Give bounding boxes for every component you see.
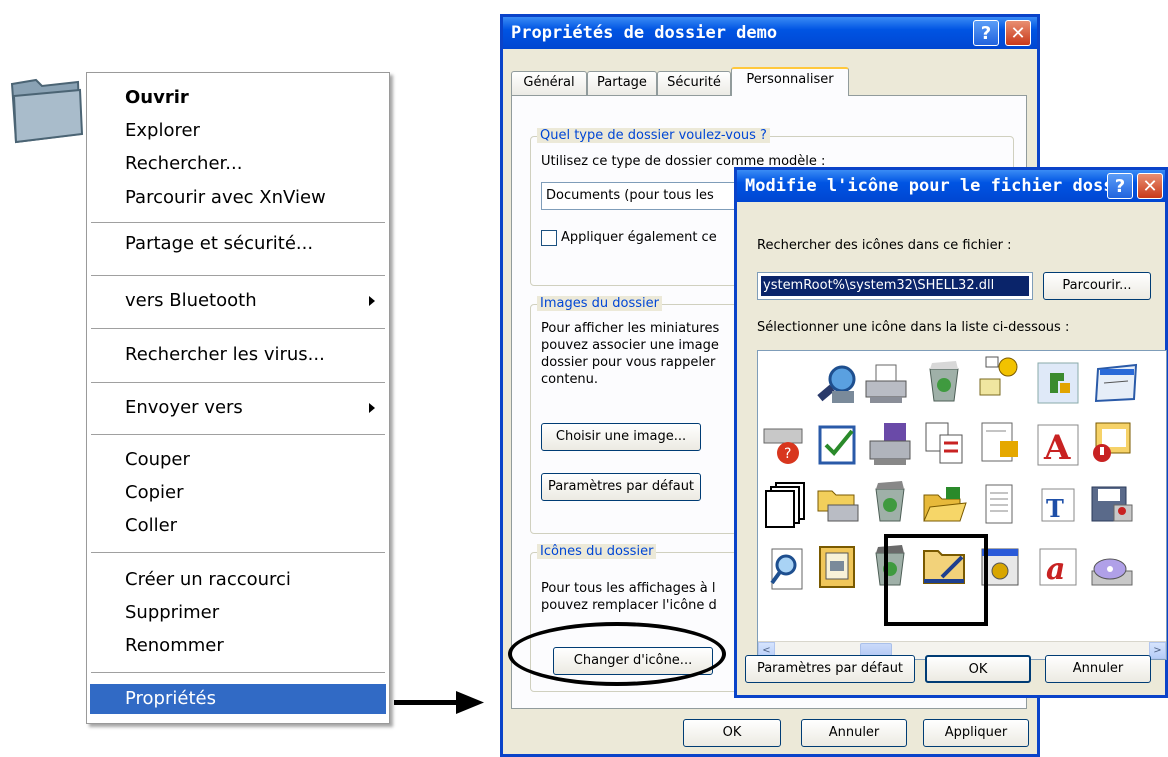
svg-text:A: A bbox=[1043, 428, 1071, 468]
folder-icon[interactable] bbox=[8, 74, 88, 146]
picture-frame-icon[interactable] bbox=[814, 543, 862, 591]
window-icon[interactable] bbox=[1092, 359, 1140, 407]
menu-item-label: Envoyer vers bbox=[125, 397, 243, 418]
cd-icon[interactable] bbox=[1088, 545, 1136, 593]
search-magnifier-icon[interactable] bbox=[812, 361, 860, 409]
browse-button[interactable]: Parcourir... bbox=[1043, 272, 1151, 300]
menu-item-send-to[interactable]: Envoyer vers bbox=[87, 393, 389, 423]
group-title: Quel type de dossier voulez-vous ? bbox=[537, 128, 770, 143]
menu-separator bbox=[91, 434, 385, 435]
help-button[interactable]: ? bbox=[973, 20, 999, 46]
ok-button[interactable]: OK bbox=[925, 655, 1031, 683]
menu-item-explore[interactable]: Explorer bbox=[87, 116, 389, 146]
dialog-title: Modifie l'icône pour le fichier dossi... bbox=[737, 170, 1165, 202]
checklist-icon[interactable] bbox=[814, 421, 862, 469]
font-t-icon[interactable]: T bbox=[1034, 481, 1082, 529]
highlight-ellipse bbox=[508, 622, 726, 686]
fax-icon[interactable] bbox=[866, 421, 914, 469]
menu-item-properties[interactable]: Propriétés bbox=[90, 684, 386, 714]
pages-stack-icon[interactable] bbox=[762, 481, 810, 529]
tab-general[interactable]: Général bbox=[511, 71, 587, 95]
find-document-icon[interactable] bbox=[762, 545, 810, 593]
recycle-bin-icon[interactable] bbox=[866, 477, 914, 525]
menu-item-sharing[interactable]: Partage et sécurité... bbox=[87, 229, 389, 259]
menu-item-virus-scan[interactable]: Rechercher les virus... bbox=[87, 340, 389, 370]
dialog-title: Propriétés de dossier demo bbox=[503, 17, 1037, 49]
menu-separator bbox=[91, 222, 385, 223]
arrow-right-icon bbox=[394, 691, 484, 714]
cancel-button[interactable]: Annuler bbox=[1045, 655, 1151, 683]
menu-item-delete[interactable]: Supprimer bbox=[87, 598, 389, 628]
apply-subfolders-label: Appliquer également ce bbox=[561, 230, 717, 245]
scroll-right-button[interactable]: > bbox=[1149, 642, 1166, 659]
close-button[interactable]: ✕ bbox=[1137, 173, 1163, 199]
help-button[interactable]: ? bbox=[1107, 173, 1133, 199]
menu-separator bbox=[91, 382, 385, 383]
images-desc: Pour afficher les miniatures bbox=[541, 321, 720, 336]
file-path-value: ystemRoot%\system32\SHELL32.dll bbox=[761, 276, 1029, 296]
printer-icon[interactable] bbox=[862, 361, 910, 409]
font-a-icon[interactable]: A bbox=[1034, 421, 1082, 469]
submenu-arrow-icon bbox=[369, 403, 375, 413]
highlight-rectangle bbox=[884, 534, 988, 626]
menu-item-search[interactable]: Rechercher... bbox=[87, 149, 389, 179]
images-desc: pouvez associer une image bbox=[541, 338, 719, 353]
images-desc: dossier pour vous rappeler bbox=[541, 355, 716, 370]
help-drive-icon[interactable]: ? bbox=[762, 421, 810, 469]
cancel-button[interactable]: Annuler bbox=[801, 719, 907, 747]
submenu-arrow-icon bbox=[369, 296, 375, 306]
tab-security[interactable]: Sécurité bbox=[657, 71, 731, 95]
menu-item-xnview[interactable]: Parcourir avec XnView bbox=[87, 183, 389, 213]
menu-separator bbox=[91, 672, 385, 673]
ok-button[interactable]: OK bbox=[683, 719, 781, 747]
folder-open-icon[interactable] bbox=[920, 481, 968, 529]
apply-button[interactable]: Appliquer bbox=[923, 719, 1029, 747]
svg-text:T: T bbox=[1046, 494, 1064, 523]
recycle-bin-full-icon[interactable] bbox=[920, 357, 968, 405]
puzzle-icon[interactable] bbox=[1034, 359, 1082, 407]
notepad-puzzle-icon[interactable] bbox=[976, 419, 1024, 467]
tab-personnaliser[interactable]: Personnaliser bbox=[731, 67, 849, 96]
choose-image-button[interactable]: Choisir une image... bbox=[541, 423, 701, 451]
images-desc: contenu. bbox=[541, 372, 599, 387]
svg-text:?: ? bbox=[784, 446, 791, 462]
group-title: Icônes du dossier bbox=[537, 544, 657, 559]
menu-item-create-shortcut[interactable]: Créer un raccourci bbox=[87, 565, 389, 595]
default-icon-button[interactable]: Paramètres par défaut bbox=[745, 655, 915, 683]
icons-desc: pouvez remplacer l'icône d bbox=[541, 598, 717, 613]
menu-item-copy[interactable]: Copier bbox=[87, 478, 389, 508]
select-icon-label: Sélectionner une icône dans la liste ci-… bbox=[757, 320, 1070, 335]
file-error-icon[interactable] bbox=[1088, 419, 1136, 467]
default-image-button[interactable]: Paramètres par défaut bbox=[541, 473, 701, 501]
menu-separator bbox=[91, 275, 385, 276]
menu-item-label: vers Bluetooth bbox=[125, 290, 257, 311]
menu-item-paste[interactable]: Coller bbox=[87, 511, 389, 541]
file-path-field[interactable]: ystemRoot%\system32\SHELL32.dll bbox=[757, 272, 1033, 300]
floppy-icon[interactable] bbox=[1088, 481, 1136, 529]
text-document-icon[interactable] bbox=[976, 481, 1024, 529]
menu-item-open[interactable]: Ouvrir bbox=[87, 83, 389, 113]
menu-separator bbox=[91, 328, 385, 329]
network-setup-icon[interactable] bbox=[976, 353, 1024, 401]
tab-sharing[interactable]: Partage bbox=[587, 71, 657, 95]
menu-item-cut[interactable]: Couper bbox=[87, 445, 389, 475]
menu-item-bluetooth[interactable]: vers Bluetooth bbox=[87, 286, 389, 316]
apply-subfolders-checkbox[interactable] bbox=[541, 230, 557, 246]
menu-item-rename[interactable]: Renommer bbox=[87, 631, 389, 661]
svg-text:a: a bbox=[1046, 552, 1065, 587]
close-button[interactable]: ✕ bbox=[1005, 20, 1031, 46]
group-title: Images du dossier bbox=[537, 296, 662, 311]
document-exchange-icon[interactable] bbox=[920, 419, 968, 467]
font-a-italic-icon[interactable]: a bbox=[1034, 543, 1082, 591]
icons-desc: Pour tous les affichages à l bbox=[541, 581, 716, 596]
context-menu: Ouvrir Explorer Rechercher... Parcourir … bbox=[86, 72, 390, 724]
search-icons-label: Rechercher des icônes dans ce fichier : bbox=[757, 238, 1012, 253]
menu-separator bbox=[91, 552, 385, 553]
print-folder-icon[interactable] bbox=[814, 481, 862, 529]
